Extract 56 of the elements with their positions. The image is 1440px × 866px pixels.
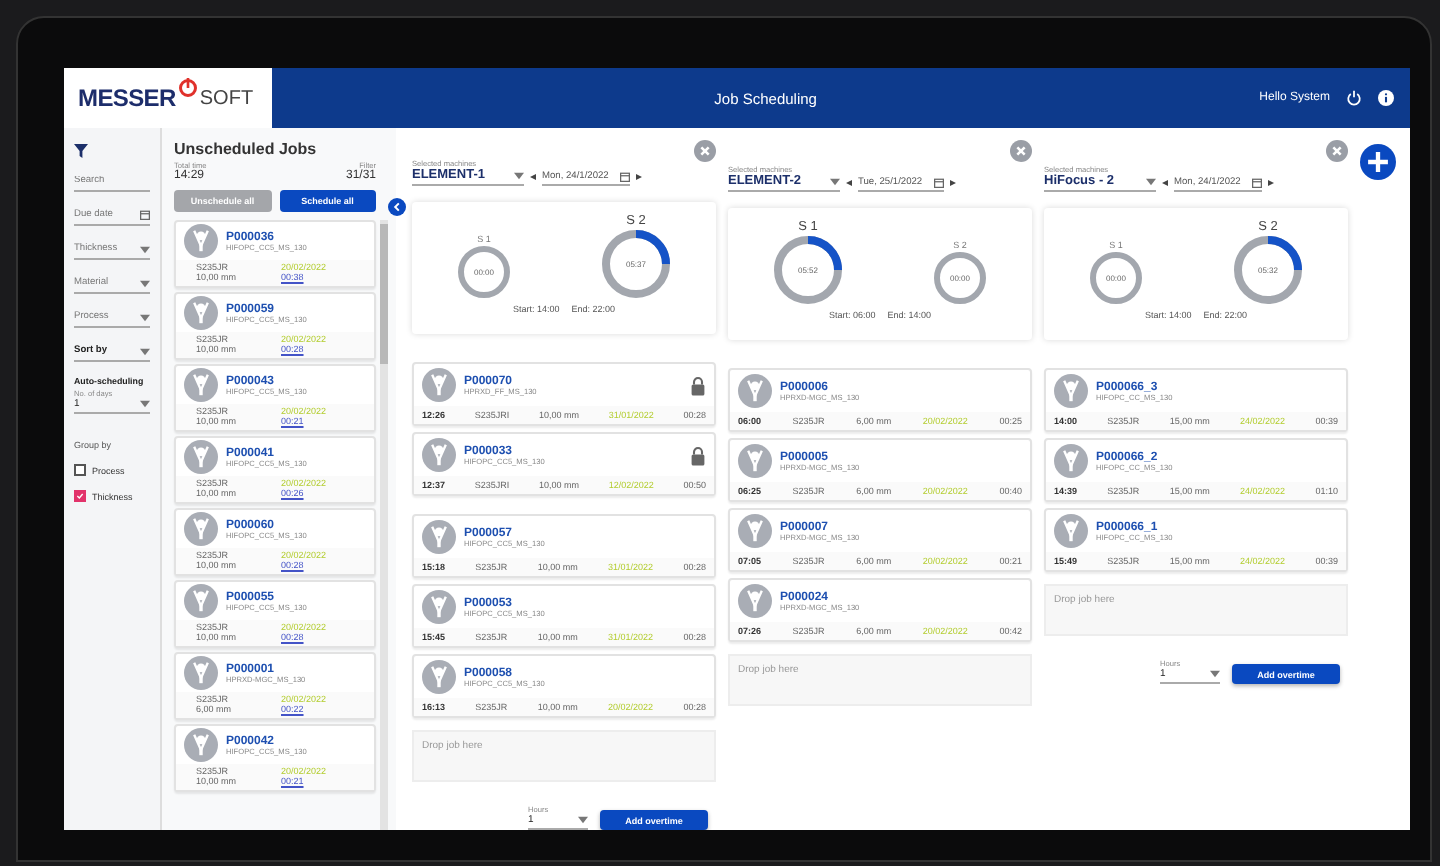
panel-title: Unscheduled Jobs — [174, 140, 319, 158]
previous-arrow-icon[interactable] — [1162, 180, 1168, 192]
calendar-icon — [140, 210, 150, 220]
close-icon[interactable] — [694, 140, 716, 162]
person-icon — [738, 444, 772, 478]
caret-icon — [1210, 670, 1220, 678]
previous-arrow-icon[interactable] — [846, 180, 852, 192]
caret-icon — [140, 245, 150, 253]
filter-icon[interactable] — [74, 144, 88, 158]
checkbox[interactable] — [74, 490, 86, 502]
person-icon — [184, 368, 218, 402]
lock-icon — [690, 375, 706, 395]
next-arrow-icon[interactable] — [636, 174, 643, 186]
logo-mark-icon — [177, 78, 198, 98]
person-icon — [184, 296, 218, 330]
person-icon — [738, 374, 772, 408]
person-icon — [422, 590, 456, 624]
close-icon[interactable] — [1326, 140, 1348, 162]
caret-icon — [140, 279, 150, 287]
person-icon — [1054, 444, 1088, 478]
person-icon — [184, 440, 218, 474]
person-icon — [184, 584, 218, 618]
person-icon — [422, 438, 456, 472]
person-icon — [184, 224, 218, 258]
add-icon[interactable] — [1360, 144, 1396, 180]
calendar-icon — [1252, 178, 1263, 188]
person-icon — [738, 514, 772, 548]
person-icon — [184, 728, 218, 762]
previous-arrow-icon[interactable] — [530, 174, 536, 186]
person-icon — [184, 656, 218, 690]
person-icon — [422, 368, 456, 402]
info-icon[interactable] — [1378, 90, 1394, 106]
next-arrow-icon[interactable] — [1268, 180, 1275, 192]
close-icon[interactable] — [1010, 140, 1032, 162]
caret-icon — [140, 347, 150, 355]
person-icon — [1054, 514, 1088, 548]
caret-icon — [514, 171, 524, 179]
next-arrow-icon[interactable] — [950, 180, 957, 192]
person-icon — [1054, 374, 1088, 408]
caret-icon — [140, 313, 150, 321]
logo-text: SOFT — [199, 87, 254, 109]
checkbox[interactable] — [74, 464, 86, 476]
person-icon — [422, 660, 456, 694]
caret-icon — [140, 400, 150, 408]
person-icon — [422, 520, 456, 554]
calendar-icon — [934, 178, 945, 188]
person-icon — [184, 512, 218, 546]
caret-icon — [578, 816, 588, 824]
calendar-icon — [620, 172, 631, 182]
caret-icon — [1146, 177, 1156, 185]
person-icon — [738, 584, 772, 618]
power-icon[interactable] — [1346, 90, 1362, 106]
caret-icon — [830, 177, 840, 185]
logo-text: MESSER — [78, 84, 176, 112]
collapse-icon[interactable] — [388, 198, 406, 216]
lock-icon — [690, 445, 706, 465]
